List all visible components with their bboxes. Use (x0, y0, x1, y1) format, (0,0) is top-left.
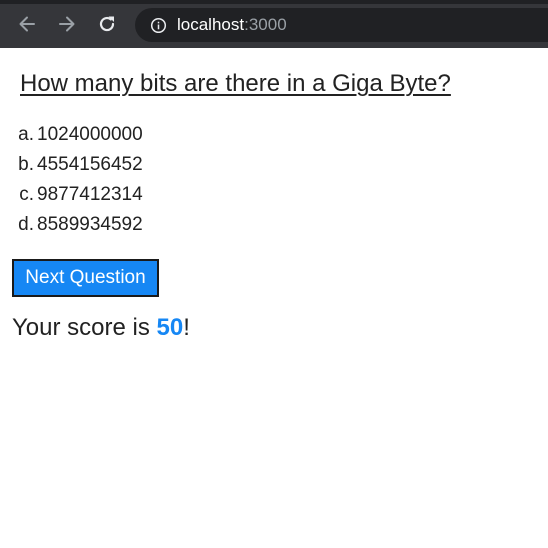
url-host: localhost (177, 15, 245, 34)
arrow-right-icon (59, 16, 75, 32)
question-title: How many bits are there in a Giga Byte? (20, 70, 451, 97)
score-text: Your score is 50! (12, 314, 190, 342)
option-marker: c. (19, 184, 34, 205)
option-a[interactable]: a. 1024000000 (0, 120, 143, 150)
option-text: 1024000000 (37, 124, 143, 145)
reload-icon (99, 16, 115, 32)
option-c[interactable]: c. 9877412314 (0, 180, 143, 210)
info-icon[interactable] (149, 16, 167, 34)
score-prefix: Your score is (12, 314, 157, 341)
back-button[interactable] (13, 10, 41, 38)
forward-button[interactable] (53, 10, 81, 38)
url-text[interactable]: localhost:3000 (177, 15, 287, 35)
next-question-button[interactable]: Next Question (12, 259, 159, 297)
option-b[interactable]: b. 4554156452 (0, 150, 143, 180)
browser-toolbar: localhost:3000 (0, 0, 548, 48)
tab-strip (0, 0, 548, 4)
option-d[interactable]: d. 8589934592 (0, 210, 143, 240)
options-list: a. 1024000000 b. 4554156452 c. 987741231… (0, 120, 143, 240)
option-text: 4554156452 (37, 154, 143, 175)
score-value: 50 (156, 314, 184, 341)
option-text: 9877412314 (37, 184, 143, 205)
arrow-left-icon (19, 16, 35, 32)
page-content: How many bits are there in a Giga Byte? … (0, 48, 548, 548)
option-marker: d. (18, 214, 34, 235)
reload-button[interactable] (93, 10, 121, 38)
option-text: 8589934592 (37, 214, 143, 235)
option-marker: a. (18, 124, 34, 145)
url-port: :3000 (244, 15, 287, 34)
address-bar[interactable]: localhost:3000 (135, 8, 548, 42)
option-marker: b. (18, 154, 34, 175)
score-suffix: ! (183, 314, 190, 341)
